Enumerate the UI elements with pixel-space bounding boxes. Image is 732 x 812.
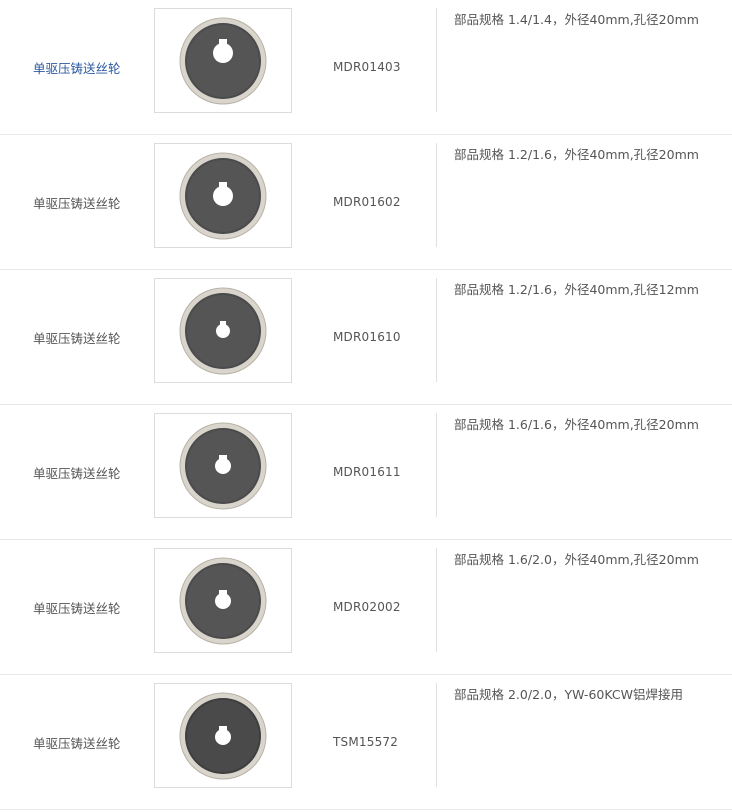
table-row: 单驱压铸送丝轮 TSM15572 部品规格 2.0/2.0，YW-60KCW铝焊… — [0, 675, 732, 810]
column-divider — [436, 8, 437, 112]
product-spec: 部品规格 1.4/1.4，外径40mm,孔径20mm — [454, 12, 699, 27]
product-code: MDR01610 — [333, 330, 401, 344]
table-row: 单驱压铸送丝轮 MDR01611 部品规格 1.6/1.6，外径40mm,孔径2… — [0, 405, 732, 540]
column-divider — [436, 683, 437, 787]
product-spec: 部品规格 1.6/1.6，外径40mm,孔径20mm — [454, 417, 699, 432]
column-divider — [436, 413, 437, 517]
product-spec: 部品规格 2.0/2.0，YW-60KCW铝焊接用 — [454, 687, 683, 702]
product-name-link[interactable]: 单驱压铸送丝轮 — [33, 0, 121, 134]
table-row: 单驱压铸送丝轮 MDR02002 部品规格 1.6/2.0，外径40mm,孔径2… — [0, 540, 732, 675]
wire-feed-roller-icon — [179, 557, 267, 644]
product-image[interactable] — [154, 413, 292, 518]
product-image[interactable] — [154, 8, 292, 113]
product-code: TSM15572 — [333, 735, 399, 749]
table-row: 单驱压铸送丝轮 MDR01403 部品规格 1.4/1.4，外径40mm,孔径2… — [0, 0, 732, 135]
wire-feed-roller-icon — [179, 17, 267, 104]
product-code: MDR01602 — [333, 195, 401, 209]
product-image[interactable] — [154, 548, 292, 653]
wire-feed-roller-icon — [179, 692, 267, 779]
product-name: 单驱压铸送丝轮 — [33, 195, 121, 211]
wire-feed-roller-icon — [179, 422, 267, 509]
product-image[interactable] — [154, 683, 292, 788]
product-name: 单驱压铸送丝轮 — [33, 735, 121, 751]
column-divider — [436, 548, 437, 652]
product-code: MDR02002 — [333, 600, 401, 614]
wire-feed-roller-icon — [179, 152, 267, 239]
product-code: MDR01403 — [333, 60, 401, 74]
table-row: 单驱压铸送丝轮 MDR01602 部品规格 1.2/1.6，外径40mm,孔径2… — [0, 135, 732, 270]
product-image[interactable] — [154, 143, 292, 248]
product-code: MDR01611 — [333, 465, 401, 479]
product-spec: 部品规格 1.2/1.6，外径40mm,孔径20mm — [454, 147, 699, 162]
column-divider — [436, 278, 437, 382]
column-divider — [436, 143, 437, 247]
product-table: 单驱压铸送丝轮 MDR01403 部品规格 1.4/1.4，外径40mm,孔径2… — [0, 0, 732, 810]
product-name: 单驱压铸送丝轮 — [33, 600, 121, 616]
product-name: 单驱压铸送丝轮 — [33, 330, 121, 346]
wire-feed-roller-icon — [179, 287, 267, 374]
product-spec: 部品规格 1.6/2.0，外径40mm,孔径20mm — [454, 552, 699, 567]
product-name: 单驱压铸送丝轮 — [33, 465, 121, 481]
product-image[interactable] — [154, 278, 292, 383]
product-spec: 部品规格 1.2/1.6，外径40mm,孔径12mm — [454, 282, 699, 297]
table-row: 单驱压铸送丝轮 MDR01610 部品规格 1.2/1.6，外径40mm,孔径1… — [0, 270, 732, 405]
